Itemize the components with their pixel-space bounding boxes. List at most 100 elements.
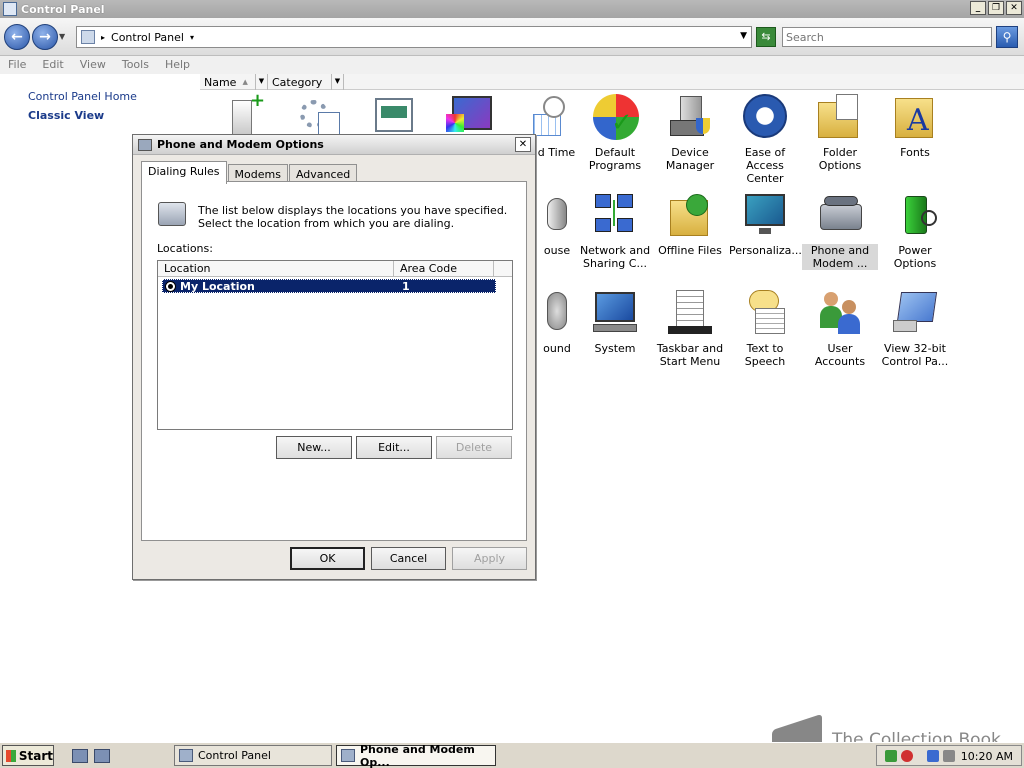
ok-button[interactable]: OK <box>290 547 365 570</box>
phone-icon <box>158 202 186 226</box>
folder-options-icon <box>816 94 864 142</box>
cp-item-label: Taskbar and Start Menu <box>656 342 724 368</box>
network-icon[interactable] <box>927 750 939 762</box>
column-location[interactable]: Location <box>158 261 394 277</box>
cp-item-taskbar-start[interactable]: Taskbar and Start Menu <box>652 290 728 368</box>
alert-icon[interactable] <box>901 750 913 762</box>
device-manager-icon <box>666 94 714 142</box>
cp-item-label: Offline Files <box>658 244 722 257</box>
cp-item-user-accounts[interactable]: User Accounts <box>802 290 878 368</box>
taskbar-control-panel[interactable]: Control Panel <box>174 745 332 766</box>
cp-item-default-programs[interactable]: ✓ Default Programs <box>577 94 653 172</box>
cp-item-label: Personaliza... <box>729 244 802 257</box>
menu-help[interactable]: Help <box>157 56 198 74</box>
cp-item-system[interactable]: System <box>577 290 653 355</box>
breadcrumb-chevron-icon[interactable]: ▾ <box>190 33 194 42</box>
cp-item-network-sharing[interactable]: Network and Sharing C... <box>577 192 653 270</box>
cp-item-device-manager[interactable]: Device Manager <box>652 94 728 172</box>
cp-item-label: Fonts <box>900 146 930 159</box>
address-bar[interactable]: ▸ Control Panel ▾ ▼ <box>76 26 752 48</box>
column-name-label: Name <box>204 75 237 89</box>
address-dropdown-icon[interactable]: ▼ <box>740 31 747 41</box>
breadcrumb-separator-icon[interactable]: ▸ <box>101 33 105 42</box>
control-panel-icon <box>3 2 17 16</box>
dialog-title: Phone and Modem Options <box>157 138 324 151</box>
user-accounts-icon <box>816 290 864 338</box>
column-category-dropdown-icon[interactable]: ▼ <box>332 74 344 90</box>
taskbar-item-label: Phone and Modem Op... <box>360 742 475 768</box>
column-name-dropdown-icon[interactable]: ▼ <box>256 74 268 90</box>
locations-list[interactable]: Location Area Code My Location 1 <box>157 260 513 430</box>
window-controls: _ ❐ ✕ <box>970 1 1022 15</box>
cp-item-label: System <box>594 342 636 355</box>
switch-windows-icon[interactable] <box>94 749 110 763</box>
menu-file[interactable]: File <box>0 56 34 74</box>
phone-modem-icon <box>816 192 864 240</box>
search-button[interactable]: ⚲ <box>996 26 1018 48</box>
breadcrumb-control-panel[interactable]: Control Panel <box>111 31 184 44</box>
cp-item-fonts[interactable]: A Fonts <box>877 94 953 159</box>
cp-item-phone-modem[interactable]: Phone and Modem ... <box>802 192 878 270</box>
classic-view-link[interactable]: Classic View <box>28 109 104 122</box>
cp-item-label: Device Manager <box>665 146 715 172</box>
minimize-button[interactable]: _ <box>970 1 986 15</box>
column-category[interactable]: Category <box>268 74 332 90</box>
show-desktop-icon[interactable] <box>72 749 88 763</box>
edit-button[interactable]: Edit... <box>356 436 432 459</box>
menu-bar: File Edit View Tools Help <box>0 56 1024 74</box>
clock[interactable]: 10:20 AM <box>961 750 1013 763</box>
system-tray: 10:20 AM <box>876 745 1022 766</box>
recent-pages-dropdown[interactable]: ▼ <box>59 32 65 41</box>
start-button[interactable]: Start <box>2 745 54 766</box>
column-name[interactable]: Name ▲ <box>200 74 256 90</box>
back-button[interactable]: ← <box>4 24 30 50</box>
control-panel-icon <box>179 749 193 762</box>
taskbar-item-label: Control Panel <box>198 749 271 762</box>
windows-flag-icon <box>6 749 16 762</box>
dialing-rules-description: The list below displays the locations yo… <box>198 204 508 230</box>
close-button[interactable]: ✕ <box>1006 1 1022 15</box>
cp-item-label: Text to Speech <box>744 342 786 368</box>
search-input[interactable] <box>782 27 992 47</box>
cp-item-ease-of-access[interactable]: Ease of Access Center <box>727 94 803 185</box>
control-panel-home-link[interactable]: Control Panel Home <box>28 90 137 103</box>
cancel-button[interactable]: Cancel <box>371 547 446 570</box>
menu-view[interactable]: View <box>72 56 114 74</box>
text-to-speech-icon <box>741 290 789 338</box>
personalization-icon <box>741 192 789 240</box>
cp-item-power-options[interactable]: Power Options <box>877 192 953 270</box>
phone-icon <box>138 138 152 151</box>
taskbar: Start Control Panel Phone and Modem Op..… <box>0 742 1024 768</box>
start-label: Start <box>18 748 53 763</box>
apply-button[interactable]: Apply <box>452 547 527 570</box>
navigation-bar: ← → ▼ ▸ Control Panel ▾ ▼ ⇆ ⚲ <box>0 18 1024 56</box>
window-title: Control Panel <box>21 2 105 16</box>
forward-button[interactable]: → <box>32 24 58 50</box>
taskbar-start-icon <box>666 290 714 338</box>
cp-item-label: Network and Sharing C... <box>579 244 651 270</box>
cp-item-text-to-speech[interactable]: Text to Speech <box>727 290 803 368</box>
menu-edit[interactable]: Edit <box>34 56 71 74</box>
column-area-code[interactable]: Area Code <box>394 261 494 277</box>
control-panel-icon <box>81 30 95 44</box>
refresh-button[interactable]: ⇆ <box>756 27 776 47</box>
cp-item-folder-options[interactable]: Folder Options <box>802 94 878 172</box>
offline-files-icon <box>666 192 714 240</box>
cp-item-personalization[interactable]: Personaliza... <box>727 192 803 257</box>
taskbar-phone-modem[interactable]: Phone and Modem Op... <box>336 742 496 768</box>
volume-muted-icon[interactable] <box>943 750 955 762</box>
tab-dialing-rules[interactable]: Dialing Rules <box>141 161 227 184</box>
dialog-close-button[interactable]: ✕ <box>515 137 531 152</box>
cp-item-offline-files[interactable]: Offline Files <box>652 192 728 257</box>
cp-item-label: nd Time <box>530 146 576 159</box>
menu-tools[interactable]: Tools <box>114 56 157 74</box>
new-button[interactable]: New... <box>276 436 352 459</box>
cp-item-view-32bit[interactable]: View 32-bit Control Pa... <box>877 290 953 368</box>
restore-button[interactable]: ❐ <box>988 1 1004 15</box>
location-area-code: 1 <box>402 279 410 293</box>
delete-button[interactable]: Delete <box>436 436 512 459</box>
location-name: My Location <box>180 279 255 293</box>
network-sharing-icon <box>591 192 639 240</box>
table-row[interactable]: My Location 1 <box>162 279 496 293</box>
security-shield-icon[interactable] <box>885 750 897 762</box>
